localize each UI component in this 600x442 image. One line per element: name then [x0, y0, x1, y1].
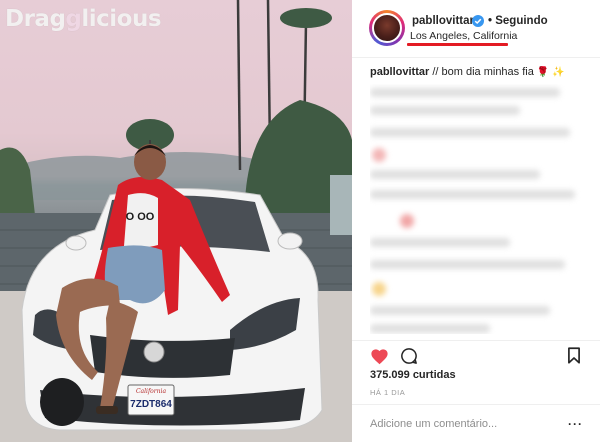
plate-state: California	[136, 388, 166, 395]
sparkles-emoji: ✨	[552, 67, 565, 78]
post-side-panel: pabllovittar • Seguindo Los Angeles, Cal…	[352, 0, 600, 442]
add-comment-bar: ···	[352, 404, 600, 442]
plate-number: 7ZDT864	[130, 399, 172, 410]
likes-count[interactable]: 375.099 curtidas	[370, 369, 456, 381]
photo-scene: California 7ZDT864 O OO	[0, 0, 352, 442]
watermark-logo: Dragglicious	[5, 6, 162, 32]
following-button[interactable]: • Seguindo	[488, 15, 548, 27]
post-caption: pabllovittar // bom dia minhas fia 🌹 ✨	[370, 66, 565, 78]
caption-username[interactable]: pabllovittar	[370, 66, 429, 78]
comment-input[interactable]	[370, 415, 560, 433]
post-header: pabllovittar • Seguindo Los Angeles, Cal…	[352, 0, 600, 58]
post-actions	[352, 340, 600, 368]
avatar[interactable]	[372, 13, 402, 43]
bookmark-icon[interactable]	[567, 347, 581, 364]
shirt-print: O OO	[126, 211, 155, 223]
comment-icon[interactable]	[400, 347, 418, 365]
location-highlight	[407, 43, 508, 46]
more-icon[interactable]: ···	[568, 417, 583, 431]
caption-text: // bom dia minhas fia	[429, 66, 537, 78]
heart-icon[interactable]	[370, 348, 389, 365]
verified-icon	[472, 15, 484, 27]
post-timestamp[interactable]: HÁ 1 DIA	[370, 388, 405, 397]
post-photo[interactable]: California 7ZDT864 O OO Dragglicious	[0, 0, 352, 442]
username-link[interactable]: pabllovittar	[412, 15, 474, 27]
location-link[interactable]: Los Angeles, California	[410, 30, 517, 42]
comments-list-blurred	[370, 84, 584, 334]
rose-emoji: 🌹	[536, 67, 550, 78]
